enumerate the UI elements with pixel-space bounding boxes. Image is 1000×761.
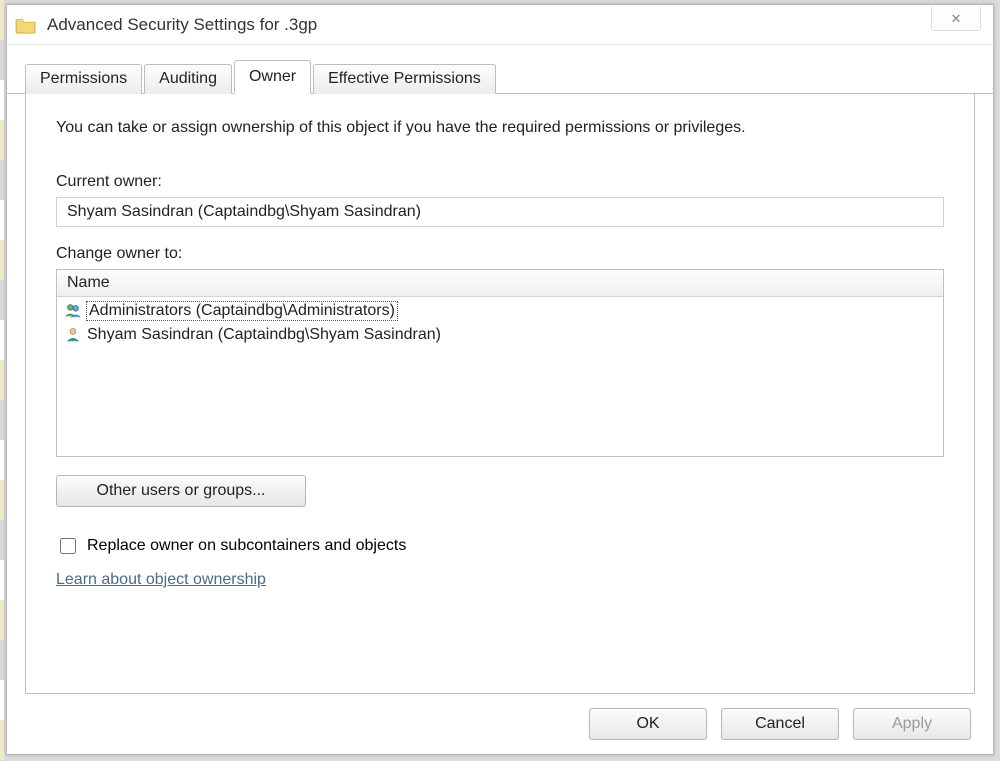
change-owner-label: Change owner to: bbox=[56, 245, 944, 263]
owner-description: You can take or assign ownership of this… bbox=[56, 119, 944, 137]
dialog-window: Advanced Security Settings for .3gp ✕ Pe… bbox=[6, 4, 994, 755]
tab-effective-permissions[interactable]: Effective Permissions bbox=[313, 64, 496, 94]
current-owner-label: Current owner: bbox=[56, 173, 944, 191]
replace-owner-checkbox[interactable] bbox=[60, 538, 76, 554]
list-rows: Administrators (Captaindbg\Administrator… bbox=[57, 297, 943, 456]
list-item[interactable]: Shyam Sasindran (Captaindbg\Shyam Sasind… bbox=[63, 323, 937, 347]
dialog-footer: OK Cancel Apply bbox=[7, 694, 993, 754]
list-item-label: Shyam Sasindran (Captaindbg\Shyam Sasind… bbox=[87, 326, 441, 344]
tab-content-owner: You can take or assign ownership of this… bbox=[25, 93, 975, 694]
list-item-label: Administrators (Captaindbg\Administrator… bbox=[87, 302, 397, 320]
user-icon bbox=[63, 325, 83, 345]
titlebar: Advanced Security Settings for .3gp ✕ bbox=[7, 5, 993, 45]
folder-icon bbox=[15, 16, 37, 34]
other-users-button[interactable]: Other users or groups... bbox=[56, 475, 306, 507]
close-button[interactable]: ✕ bbox=[931, 7, 981, 31]
close-icon: ✕ bbox=[951, 11, 962, 27]
cancel-button[interactable]: Cancel bbox=[721, 708, 839, 740]
learn-link[interactable]: Learn about object ownership bbox=[56, 571, 266, 589]
window-title: Advanced Security Settings for .3gp bbox=[47, 15, 317, 35]
list-item[interactable]: Administrators (Captaindbg\Administrator… bbox=[63, 299, 937, 323]
tabstrip: Permissions Auditing Owner Effective Per… bbox=[7, 45, 993, 94]
list-header-name[interactable]: Name bbox=[57, 270, 943, 297]
replace-owner-label: Replace owner on subcontainers and objec… bbox=[87, 537, 406, 555]
tab-owner[interactable]: Owner bbox=[234, 60, 311, 94]
current-owner-value: Shyam Sasindran (Captaindbg\Shyam Sasind… bbox=[67, 203, 421, 221]
group-icon bbox=[63, 301, 83, 321]
tab-permissions[interactable]: Permissions bbox=[25, 64, 142, 94]
change-owner-list[interactable]: Name Administrators (Captaindbg\Administ… bbox=[56, 269, 944, 457]
replace-owner-row[interactable]: Replace owner on subcontainers and objec… bbox=[56, 535, 944, 557]
current-owner-field: Shyam Sasindran (Captaindbg\Shyam Sasind… bbox=[56, 197, 944, 227]
apply-button[interactable]: Apply bbox=[853, 708, 971, 740]
window-left-edge bbox=[0, 0, 4, 761]
ok-button[interactable]: OK bbox=[589, 708, 707, 740]
tab-auditing[interactable]: Auditing bbox=[144, 64, 232, 94]
